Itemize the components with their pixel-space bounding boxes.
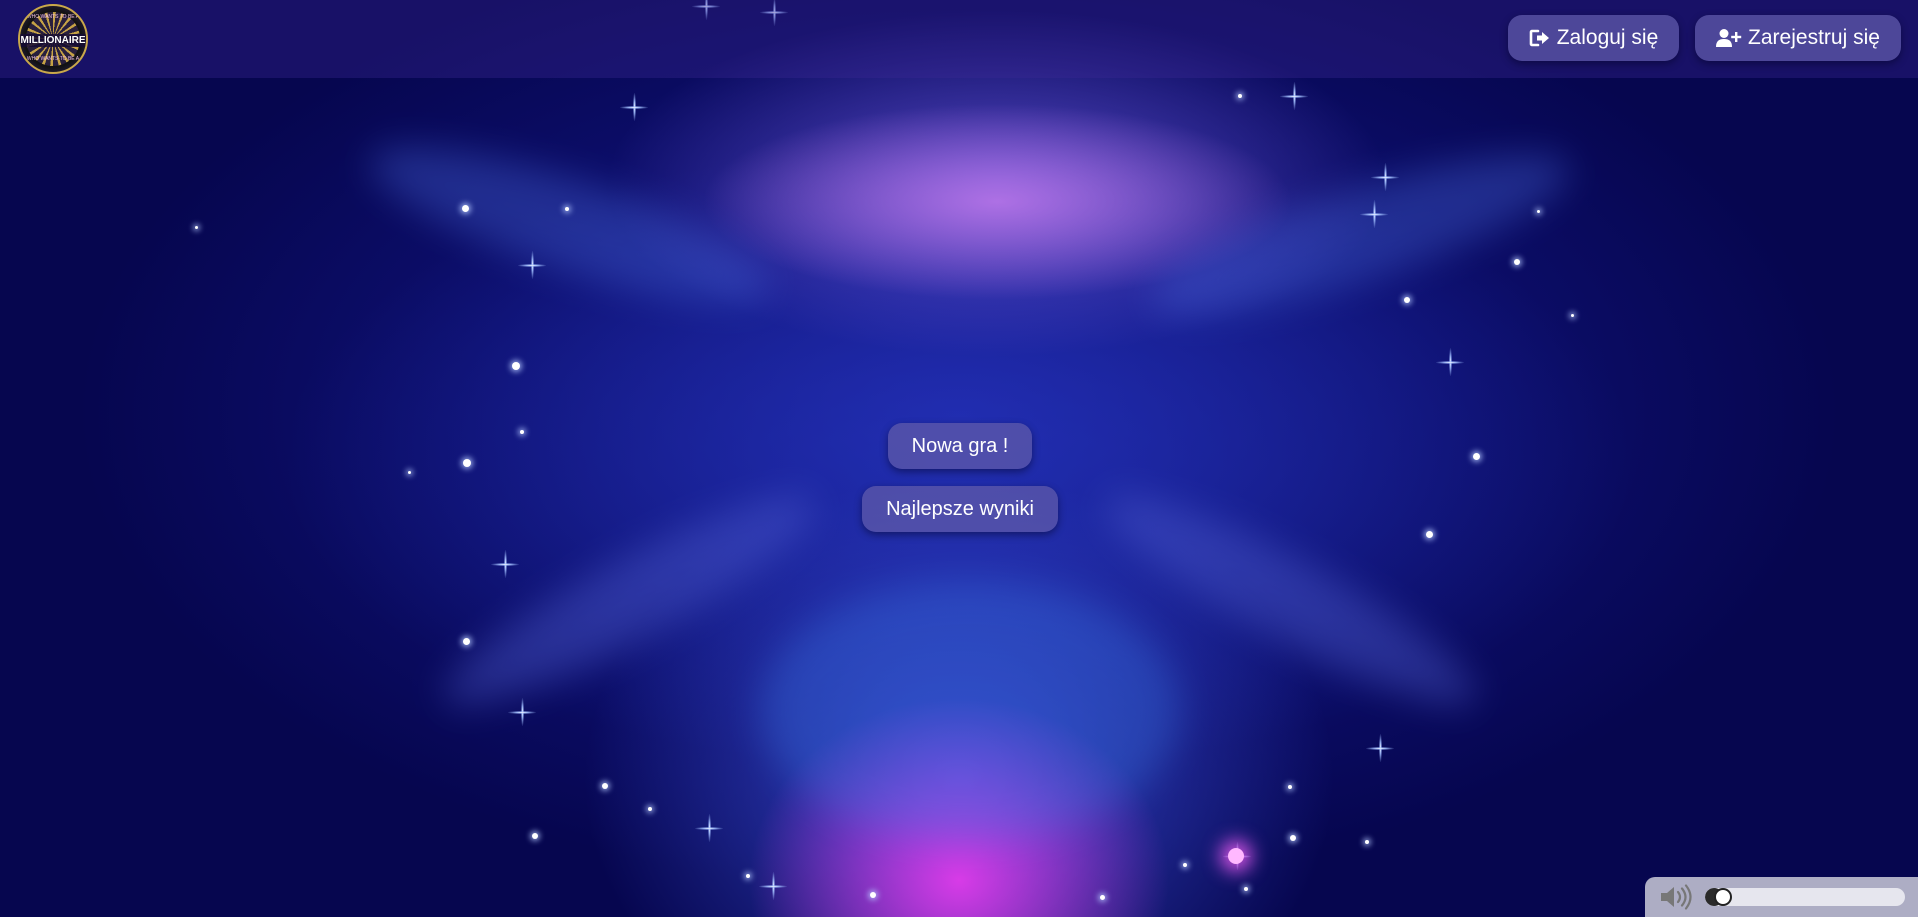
sparkle-star <box>620 93 648 121</box>
sparkle-star <box>508 698 536 726</box>
sparkle-star <box>759 872 787 900</box>
logo-ring-text-top: WHO WANTS TO BE A <box>26 14 80 20</box>
star <box>1571 314 1574 317</box>
star <box>1514 259 1520 265</box>
volume-slider[interactable] <box>1705 888 1905 906</box>
volume-control <box>1645 877 1918 917</box>
star <box>512 362 520 370</box>
millionaire-logo: WHO WANTS TO BE A MILLIONAIRE WHO WANTS … <box>18 4 88 74</box>
star <box>648 807 652 811</box>
glow-orb <box>1228 848 1244 864</box>
new-game-button[interactable]: Nowa gra ! <box>888 423 1032 469</box>
background-ray <box>760 580 1180 840</box>
sparkle-star <box>1223 842 1251 870</box>
star <box>1473 453 1480 460</box>
login-button[interactable]: Zaloguj się <box>1508 15 1679 61</box>
star <box>520 430 524 434</box>
star <box>1244 887 1248 891</box>
star <box>602 783 608 789</box>
star <box>408 471 411 474</box>
login-label: Zaloguj się <box>1556 26 1659 49</box>
user-plus-icon <box>1716 28 1742 48</box>
sparkle-star <box>695 814 723 842</box>
star <box>1426 531 1433 538</box>
star <box>1238 94 1242 98</box>
star <box>1404 297 1410 303</box>
star <box>463 638 470 645</box>
best-scores-button[interactable]: Najlepsze wyniki <box>862 486 1058 532</box>
sparkle-star <box>1366 734 1394 762</box>
star <box>532 833 538 839</box>
star <box>1100 895 1105 900</box>
star <box>1183 863 1187 867</box>
logo-ring-text-bottom: WHO WANTS TO BE A <box>26 56 80 62</box>
star <box>746 874 750 878</box>
star <box>1290 835 1296 841</box>
volume-icon[interactable] <box>1659 884 1695 910</box>
star <box>1537 210 1540 213</box>
sparkle-star <box>491 550 519 578</box>
sparkle-star <box>1280 82 1308 110</box>
star <box>195 226 198 229</box>
star <box>870 892 876 898</box>
top-bar: WHO WANTS TO BE A MILLIONAIRE WHO WANTS … <box>0 0 1918 78</box>
register-button[interactable]: Zarejestruj się <box>1695 15 1901 61</box>
sign-in-icon <box>1529 28 1551 48</box>
volume-slider-thumb[interactable] <box>1714 888 1733 906</box>
background-ray <box>356 117 784 333</box>
register-label: Zarejestruj się <box>1748 26 1880 49</box>
logo-title: MILLIONAIRE <box>20 34 86 47</box>
star <box>1365 840 1369 844</box>
background-ray <box>1136 124 1584 346</box>
star <box>1288 785 1292 789</box>
sparkle-star <box>1436 348 1464 376</box>
star <box>463 459 471 467</box>
